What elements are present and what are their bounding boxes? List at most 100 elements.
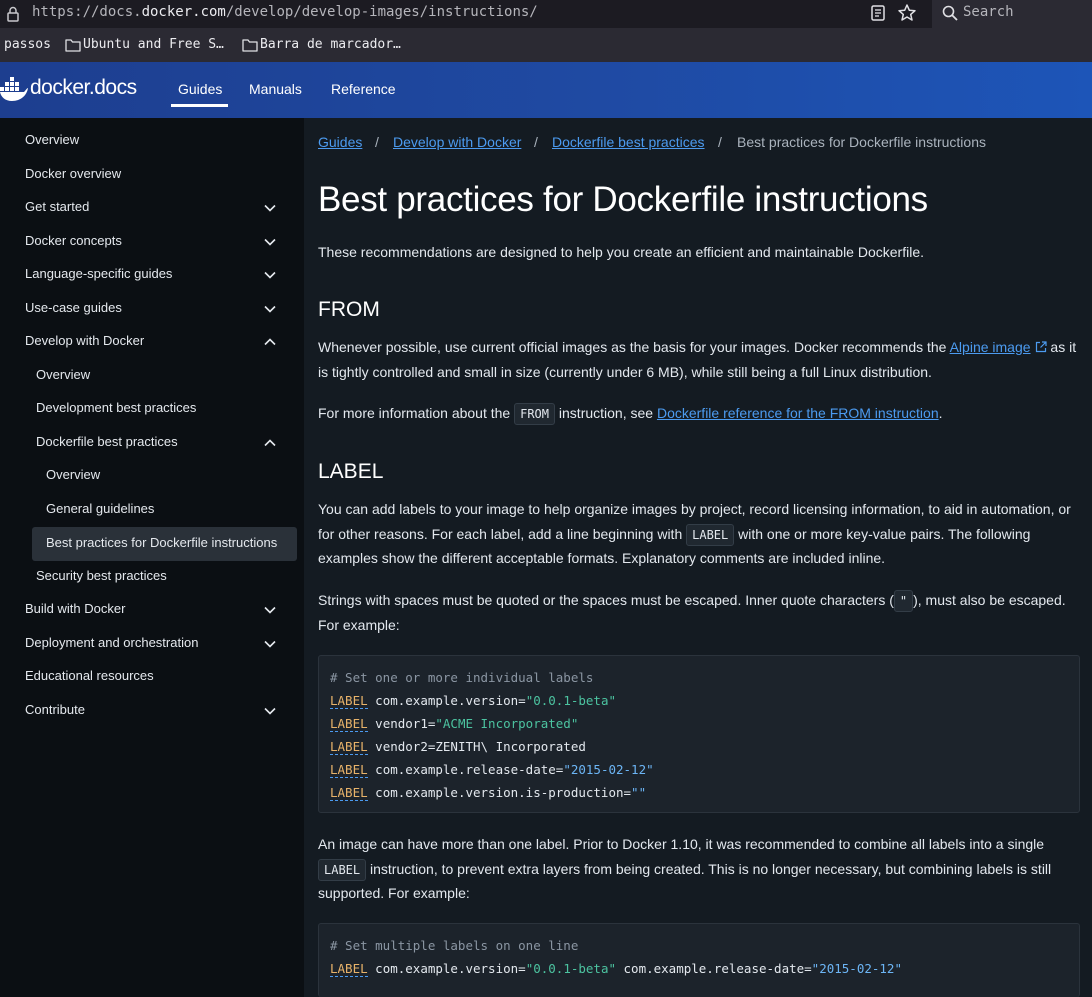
inline-code-label: LABEL — [318, 858, 367, 881]
browser-url-bar[interactable]: https://docs.docker.com/develop/develop-… — [0, 0, 1092, 28]
sidebar-item-label: General guidelines — [46, 501, 155, 516]
text: An image can have more than one label. P… — [318, 836, 1045, 852]
code-keyword: LABEL — [330, 716, 368, 732]
sidebar-item[interactable]: General guidelines — [0, 493, 304, 526]
sidebar-item[interactable]: Build with Docker — [0, 593, 304, 626]
code-line: LABEL com.example.release-date="2015-02-… — [330, 762, 654, 778]
label-paragraph-3: An image can have more than one label. P… — [318, 832, 1078, 906]
chevron-up-icon[interactable] — [263, 436, 277, 450]
code-line: LABEL vendor2=ZENITH\ Incorporated — [330, 739, 586, 755]
code-block-multiple-labels[interactable]: # Set multiple labels on one line LABEL … — [318, 923, 1080, 997]
bookmarks-toolbar: passos Ubuntu and Free S… Barra de marca… — [0, 28, 1092, 62]
code-keyword: LABEL — [330, 693, 368, 709]
chevron-down-icon[interactable] — [263, 603, 277, 617]
sidebar-item[interactable]: Contribute — [0, 694, 304, 727]
sidebar-item-label: Contribute — [25, 702, 85, 717]
code-keyword: LABEL — [330, 739, 368, 755]
folder-icon — [65, 39, 81, 52]
code-comment: # Set multiple labels on one line — [330, 938, 579, 953]
bookmark-barra[interactable]: Barra de marcador… — [260, 37, 401, 52]
breadcrumb-separator: / — [534, 134, 538, 150]
sidebar-item-label: Build with Docker — [25, 601, 126, 616]
inline-code-from: FROM — [514, 403, 556, 425]
chevron-down-icon[interactable] — [263, 201, 277, 215]
chevron-down-icon[interactable] — [263, 235, 277, 249]
external-link-icon — [1035, 341, 1047, 353]
sidebar-item-label: Overview — [25, 132, 80, 147]
dockerfile-reference-link[interactable]: Dockerfile reference for the FROM instru… — [657, 405, 939, 421]
bookmark-ubuntu[interactable]: Ubuntu and Free S… — [83, 37, 224, 52]
sidebar-item-label: Dockerfile best practices — [36, 434, 178, 449]
text: . — [938, 405, 943, 421]
label-paragraph-1: You can add labels to your image to help… — [318, 497, 1078, 571]
chevron-down-icon[interactable] — [263, 302, 277, 316]
page-title: Best practices for Dockerfile instructio… — [318, 180, 928, 219]
sidebar-item[interactable]: Overview — [0, 124, 304, 157]
sidebar-item[interactable]: Language-specific guides — [0, 258, 304, 291]
text: Whenever possible, use current official … — [318, 339, 950, 355]
breadcrumb-guides[interactable]: Guides — [318, 134, 362, 150]
inline-code-label: LABEL — [686, 523, 735, 546]
sidebar-item-label: Deployment and orchestration — [25, 635, 199, 650]
sidebar-item[interactable]: Dockerfile best practices — [0, 426, 304, 459]
nav-active-indicator — [171, 104, 228, 107]
breadcrumb-dockerfile-best-practices[interactable]: Dockerfile best practices — [552, 134, 705, 150]
nav-guides[interactable]: Guides — [178, 81, 222, 97]
code-key: com.example.version= — [367, 693, 526, 708]
bookmark-passos[interactable]: passos — [4, 37, 51, 52]
url-path: /develop/develop-images/instructions/ — [225, 4, 538, 20]
text: Strings with spaces must be quoted or th… — [318, 592, 894, 608]
sidebar-item[interactable]: Security best practices — [0, 560, 304, 593]
from-paragraph-1: Whenever possible, use current official … — [318, 335, 1078, 384]
chevron-up-icon[interactable] — [263, 335, 277, 349]
sidebar-item[interactable]: Development best practices — [0, 392, 304, 425]
sidebar-item-label: Educational resources — [25, 668, 154, 683]
sidebar-item-label: Get started — [25, 199, 90, 214]
sidebar-item[interactable]: Develop with Docker — [0, 325, 304, 358]
sidebar-item-label: Develop with Docker — [25, 333, 145, 348]
url-text[interactable]: https://docs.docker.com/develop/develop-… — [32, 4, 538, 20]
sidebar-item-label: Use-case guides — [25, 300, 122, 315]
code-string: "2015-02-12" — [811, 961, 902, 976]
search-placeholder: Search — [963, 4, 1014, 20]
search-icon — [942, 5, 958, 21]
logo-docker-text: docker — [30, 76, 89, 99]
breadcrumb-develop-with-docker[interactable]: Develop with Docker — [393, 134, 521, 150]
code-key: com.example.release-date= — [616, 961, 812, 976]
reader-view-icon[interactable] — [869, 4, 887, 22]
sidebar-item-label: Security best practices — [36, 568, 167, 583]
url-host: docker.com — [141, 4, 226, 20]
sidebar-item[interactable]: Docker overview — [0, 158, 304, 191]
bookmark-star-icon[interactable] — [897, 3, 917, 23]
code-line: LABEL com.example.version.is-production=… — [330, 785, 646, 801]
code-line: LABEL vendor1="ACME Incorporated" — [330, 716, 578, 732]
sidebar-item[interactable]: Deployment and orchestration — [0, 627, 304, 660]
nav-manuals[interactable]: Manuals — [249, 81, 302, 97]
code-block-labels[interactable]: # Set one or more individual labels LABE… — [318, 655, 1080, 813]
nav-reference[interactable]: Reference — [331, 81, 396, 97]
code-keyword: LABEL — [330, 762, 368, 778]
url-prefix: https://docs. — [32, 4, 142, 20]
sidebar-item[interactable]: Overview — [0, 359, 304, 392]
chevron-down-icon[interactable] — [263, 704, 277, 718]
docker-docs-logo[interactable]: docker.docs — [30, 76, 137, 100]
code-keyword: LABEL — [330, 961, 368, 977]
chevron-down-icon[interactable] — [263, 637, 277, 651]
sidebar-item[interactable]: Docker concepts — [0, 225, 304, 258]
alpine-image-link[interactable]: Alpine image — [950, 339, 1031, 355]
sidebar-item[interactable]: Best practices for Dockerfile instructio… — [0, 527, 304, 560]
sidebar-item[interactable]: Get started — [0, 191, 304, 224]
code-line: LABEL com.example.version="0.0.1-beta" c… — [330, 961, 902, 977]
chevron-down-icon[interactable] — [263, 268, 277, 282]
code-key: com.example.version= — [367, 961, 526, 976]
code-string: "0.0.1-beta" — [525, 961, 616, 976]
sidebar-item[interactable]: Educational resources — [0, 660, 304, 693]
docker-whale-icon[interactable] — [0, 76, 28, 102]
code-keyword: LABEL — [330, 785, 368, 801]
sidebar-item[interactable]: Overview — [0, 459, 304, 492]
code-key: vendor2=ZENITH\ Incorporated — [367, 739, 586, 754]
code-string: "2015-02-12" — [563, 762, 654, 777]
code-string: "0.0.1-beta" — [525, 693, 616, 708]
sidebar-item[interactable]: Use-case guides — [0, 292, 304, 325]
from-paragraph-2: For more information about the FROM inst… — [318, 401, 1078, 426]
